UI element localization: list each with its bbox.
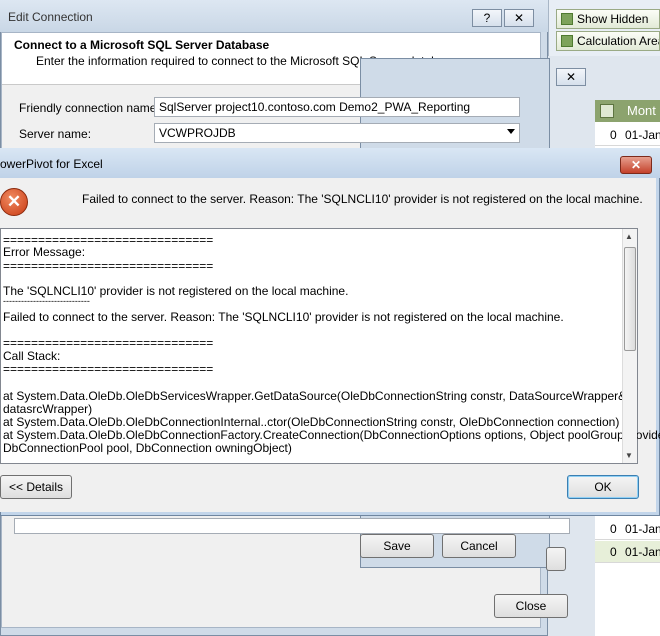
sheet-column-header[interactable]: Mont <box>595 100 660 122</box>
row-number: 0 <box>610 522 617 536</box>
row-number: 0 <box>610 545 617 559</box>
calculation-area-icon <box>561 35 573 47</box>
detail-line: ============================== <box>3 362 214 376</box>
calculation-area-label: Calculation Area <box>577 34 660 48</box>
scroll-down-icon[interactable]: ▼ <box>625 451 633 460</box>
close-button[interactable]: Close <box>494 594 568 618</box>
details-toggle-button[interactable]: << Details <box>0 475 72 499</box>
row-date: 01-Jan <box>625 545 660 559</box>
help-button[interactable]: ? <box>472 9 502 27</box>
detail-line: DbConnectionPool pool, DbConnection owni… <box>3 441 292 455</box>
show-hidden-icon <box>561 13 573 25</box>
row-number: 0 <box>610 128 617 142</box>
dialog-heading: Connect to a Microsoft SQL Server Databa… <box>14 38 270 52</box>
detail-line: ============================== <box>3 336 214 350</box>
filter-dropdown-icon[interactable] <box>600 104 614 118</box>
table-row[interactable]: 0 01-Jan <box>595 124 660 146</box>
error-details-textbox[interactable]: ============================== Error Mes… <box>0 228 660 464</box>
show-hidden-button[interactable]: Show Hidden <box>556 9 660 29</box>
friendly-name-label: Friendly connection name: <box>19 101 160 115</box>
detail-line: at System.Data.OleDb.OleDbConnectionFact… <box>3 428 660 442</box>
detail-line: Failed to connect to the server. Reason:… <box>3 310 564 324</box>
detail-line: at System.Data.OleDb.OleDbConnectionInte… <box>3 415 620 429</box>
detail-line: datasrcWrapper) <box>3 402 93 416</box>
detail-line: at System.Data.OleDb.OleDbServicesWrappe… <box>3 389 627 403</box>
close-icon[interactable]: ✕ <box>556 68 586 86</box>
partial-button[interactable] <box>546 547 566 571</box>
server-name-value: VCWPROJDB <box>159 126 236 140</box>
error-summary: Failed to connect to the server. Reason:… <box>82 192 643 206</box>
friendly-name-field[interactable]: SqlServer project10.contoso.com Demo2_PW… <box>154 97 520 117</box>
powerpivot-titlebar[interactable]: owerPivot for Excel <box>0 148 660 178</box>
bottom-field[interactable] <box>14 518 570 534</box>
server-name-combobox[interactable]: VCWPROJDB <box>154 123 520 143</box>
detail-line: ============================== <box>3 259 214 273</box>
scroll-up-icon[interactable]: ▲ <box>625 232 633 241</box>
row-date: 01-Jan <box>625 128 660 142</box>
show-hidden-label: Show Hidden <box>577 12 649 26</box>
cancel-button[interactable]: Cancel <box>442 534 516 558</box>
details-scrollbar[interactable]: ▲ ▼ <box>622 229 637 463</box>
detail-line: Call Stack: <box>3 349 61 363</box>
error-icon: ✕ <box>0 188 28 216</box>
ok-button[interactable]: OK <box>567 475 639 499</box>
table-row[interactable]: 0 01-Jan <box>595 518 660 540</box>
save-button[interactable]: Save <box>360 534 434 558</box>
scrollbar-thumb[interactable] <box>624 247 636 351</box>
window-title: Edit Connection <box>8 10 93 24</box>
close-icon[interactable]: ✕ <box>620 156 652 174</box>
row-date: 01-Jan <box>625 522 660 536</box>
table-row[interactable]: 0 01-Jan <box>595 541 660 563</box>
detail-line: ----------------------------- <box>3 296 90 306</box>
server-name-label: Server name: <box>19 127 92 141</box>
column-header-label: Mont <box>627 103 656 118</box>
detail-line: Error Message: <box>3 245 86 259</box>
close-icon[interactable]: ✕ <box>504 9 534 27</box>
chevron-down-icon[interactable] <box>507 129 515 134</box>
dialog-title: owerPivot for Excel <box>0 157 103 171</box>
calculation-area-button[interactable]: Calculation Area <box>556 31 660 51</box>
edit-connection-titlebar[interactable]: Edit Connection <box>0 0 548 32</box>
